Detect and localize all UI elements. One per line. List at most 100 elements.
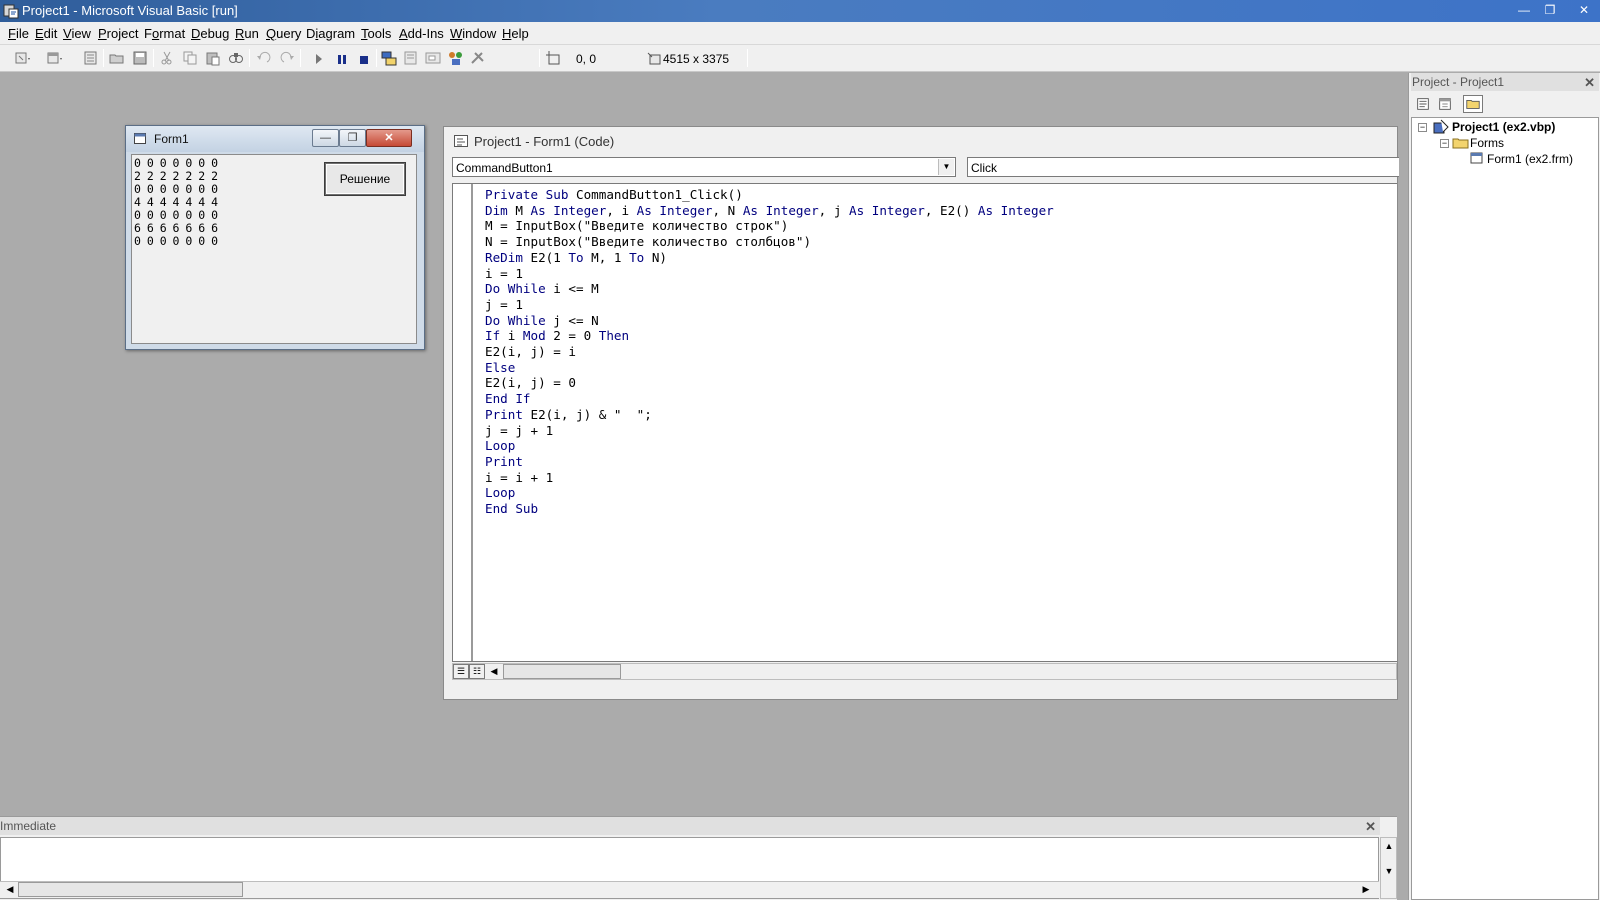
code-line[interactable]: Print E2(i, j) & " "; bbox=[485, 407, 1054, 423]
project-tree[interactable]: − Project1 (ex2.vbp) − Forms Form1 (ex2.… bbox=[1411, 117, 1599, 900]
toggle-folders-icon[interactable] bbox=[1463, 95, 1483, 113]
immediate-scroll-thumb[interactable] bbox=[18, 882, 243, 897]
menu-item-window[interactable]: Window bbox=[450, 26, 496, 41]
menu-item-edit[interactable]: Edit bbox=[35, 26, 57, 41]
tree-item-project[interactable]: Project1 (ex2.vbp) bbox=[1452, 120, 1555, 134]
code-line[interactable]: Loop bbox=[485, 485, 1054, 501]
form1-minimize-button[interactable]: — bbox=[312, 129, 339, 147]
menu-editor-icon[interactable] bbox=[82, 50, 100, 66]
toolbox-icon[interactable] bbox=[469, 50, 487, 66]
code-line[interactable]: Else bbox=[485, 360, 1054, 376]
project-icon bbox=[1433, 119, 1449, 134]
properties-window-icon[interactable] bbox=[402, 50, 420, 66]
form1-titlebar[interactable]: Form1 — ❐ ✕ bbox=[126, 126, 424, 152]
margin-indicator-bar[interactable] bbox=[453, 184, 473, 661]
code-line[interactable]: E2(i, j) = i bbox=[485, 344, 1054, 360]
code-line[interactable]: M = InputBox("Введите количество строк") bbox=[485, 218, 1054, 234]
code-window[interactable]: Project1 - Form1 (Code) CommandButton1 ▼… bbox=[443, 126, 1399, 700]
full-module-view-icon[interactable]: ☷ bbox=[469, 664, 485, 679]
menu-item-run[interactable]: Run bbox=[235, 26, 259, 41]
code-line[interactable]: N = InputBox("Введите количество столбцо… bbox=[485, 234, 1054, 250]
procedure-combo[interactable]: Click bbox=[967, 157, 1399, 177]
scroll-right-icon[interactable]: ▶ bbox=[1358, 882, 1374, 897]
menu-item-file[interactable]: File bbox=[8, 26, 29, 41]
form-layout-icon[interactable] bbox=[424, 50, 442, 66]
code-line[interactable]: End Sub bbox=[485, 501, 1054, 517]
project-explorer-icon[interactable] bbox=[380, 50, 398, 66]
add-form-icon[interactable] bbox=[46, 50, 64, 66]
open-project-icon[interactable] bbox=[108, 50, 126, 66]
undo-icon[interactable] bbox=[255, 50, 273, 66]
code-line[interactable]: Print bbox=[485, 454, 1054, 470]
close-button[interactable]: ✕ bbox=[1572, 1, 1596, 19]
menu-item-format[interactable]: Format bbox=[144, 26, 185, 41]
break-pause-icon[interactable] bbox=[333, 50, 351, 66]
scroll-left-icon[interactable]: ◀ bbox=[2, 882, 18, 897]
code-window-titlebar[interactable]: Project1 - Form1 (Code) bbox=[444, 127, 1397, 153]
code-line[interactable]: Loop bbox=[485, 438, 1054, 454]
restore-button[interactable]: ❐ bbox=[1538, 1, 1562, 19]
code-line[interactable]: Dim M As Integer, i As Integer, N As Int… bbox=[485, 203, 1054, 219]
collapse-project-icon[interactable]: − bbox=[1418, 123, 1427, 132]
tree-item-forms[interactable]: Forms bbox=[1470, 136, 1504, 150]
code-line[interactable]: Private Sub CommandButton1_Click() bbox=[485, 187, 1054, 203]
position-readout: 0, 0 bbox=[576, 52, 597, 66]
immediate-horizontal-scrollbar[interactable]: ◀ ▶ bbox=[0, 881, 1379, 898]
code-line[interactable]: j = j + 1 bbox=[485, 423, 1054, 439]
scroll-up-icon[interactable]: ▲ bbox=[1381, 839, 1397, 854]
project-panel-close-button[interactable]: ✕ bbox=[1584, 74, 1595, 92]
code-line[interactable]: End If bbox=[485, 391, 1054, 407]
scroll-left-icon[interactable]: ◀ bbox=[486, 664, 502, 679]
menu-item-add-ins[interactable]: Add-Ins bbox=[399, 26, 444, 41]
menu-item-help[interactable]: Help bbox=[502, 26, 529, 41]
form1-close-button[interactable]: ✕ bbox=[366, 129, 412, 147]
object-combo[interactable]: CommandButton1 ▼ bbox=[452, 157, 956, 177]
form1-window[interactable]: Form1 — ❐ ✕ 0 0 0 0 0 0 02 2 2 2 2 2 20 … bbox=[125, 125, 425, 350]
menu-item-diagram[interactable]: Diagram bbox=[306, 26, 355, 41]
code-line[interactable]: i = i + 1 bbox=[485, 470, 1054, 486]
code-text[interactable]: Private Sub CommandButton1_Click() Dim M … bbox=[485, 187, 1054, 517]
object-browser-icon[interactable] bbox=[447, 50, 465, 66]
find-icon[interactable] bbox=[227, 50, 245, 66]
cut-icon[interactable] bbox=[158, 50, 176, 66]
paste-icon[interactable] bbox=[204, 50, 222, 66]
view-object-icon[interactable] bbox=[1435, 95, 1455, 113]
view-code-icon[interactable] bbox=[1413, 95, 1433, 113]
tree-item-form1[interactable]: Form1 (ex2.frm) bbox=[1487, 152, 1573, 166]
minimize-button[interactable]: — bbox=[1512, 1, 1536, 19]
immediate-close-button[interactable]: ✕ bbox=[1365, 818, 1376, 836]
code-line[interactable]: j = 1 bbox=[485, 297, 1054, 313]
menu-item-debug[interactable]: Debug bbox=[191, 26, 229, 41]
code-line[interactable]: E2(i, j) = 0 bbox=[485, 375, 1054, 391]
project-panel-title: Project - Project1 ✕ bbox=[1411, 73, 1599, 91]
size-readout: 4515 x 3375 bbox=[663, 52, 730, 66]
end-stop-icon[interactable] bbox=[355, 50, 373, 66]
code-line[interactable]: ReDim E2(1 To M, 1 To N) bbox=[485, 250, 1054, 266]
menu-item-project[interactable]: Project bbox=[98, 26, 138, 41]
scroll-down-icon[interactable]: ▼ bbox=[1381, 864, 1397, 879]
form1-client-area[interactable]: 0 0 0 0 0 0 02 2 2 2 2 2 20 0 0 0 0 0 04… bbox=[131, 154, 417, 344]
procedure-view-icon[interactable]: ☰ bbox=[453, 664, 469, 679]
size-icon bbox=[647, 52, 661, 65]
copy-icon[interactable] bbox=[181, 50, 199, 66]
code-horizontal-scrollbar[interactable]: ☰ ☷ ◀ bbox=[452, 663, 1397, 680]
add-project-icon[interactable] bbox=[14, 50, 32, 66]
form1-maximize-button[interactable]: ❐ bbox=[339, 129, 366, 147]
save-project-icon[interactable] bbox=[131, 50, 149, 66]
chevron-down-icon[interactable]: ▼ bbox=[938, 159, 954, 175]
code-line[interactable]: Do While i <= M bbox=[485, 281, 1054, 297]
code-line[interactable]: Do While j <= N bbox=[485, 313, 1054, 329]
redo-icon[interactable] bbox=[278, 50, 296, 66]
start-run-icon[interactable] bbox=[310, 50, 328, 66]
immediate-vertical-scrollbar[interactable]: ▲ ▼ bbox=[1380, 837, 1397, 899]
vb-app-icon bbox=[3, 4, 19, 19]
menu-item-query[interactable]: Query bbox=[266, 26, 301, 41]
scroll-thumb[interactable] bbox=[503, 664, 621, 679]
collapse-forms-icon[interactable]: − bbox=[1440, 139, 1449, 148]
code-line[interactable]: i = 1 bbox=[485, 266, 1054, 282]
menu-item-view[interactable]: View bbox=[63, 26, 91, 41]
solve-button[interactable]: Решение bbox=[325, 163, 405, 195]
menu-item-tools[interactable]: Tools bbox=[361, 26, 391, 41]
code-editor[interactable]: Private Sub CommandButton1_Click() Dim M … bbox=[452, 183, 1397, 662]
code-line[interactable]: If i Mod 2 = 0 Then bbox=[485, 328, 1054, 344]
